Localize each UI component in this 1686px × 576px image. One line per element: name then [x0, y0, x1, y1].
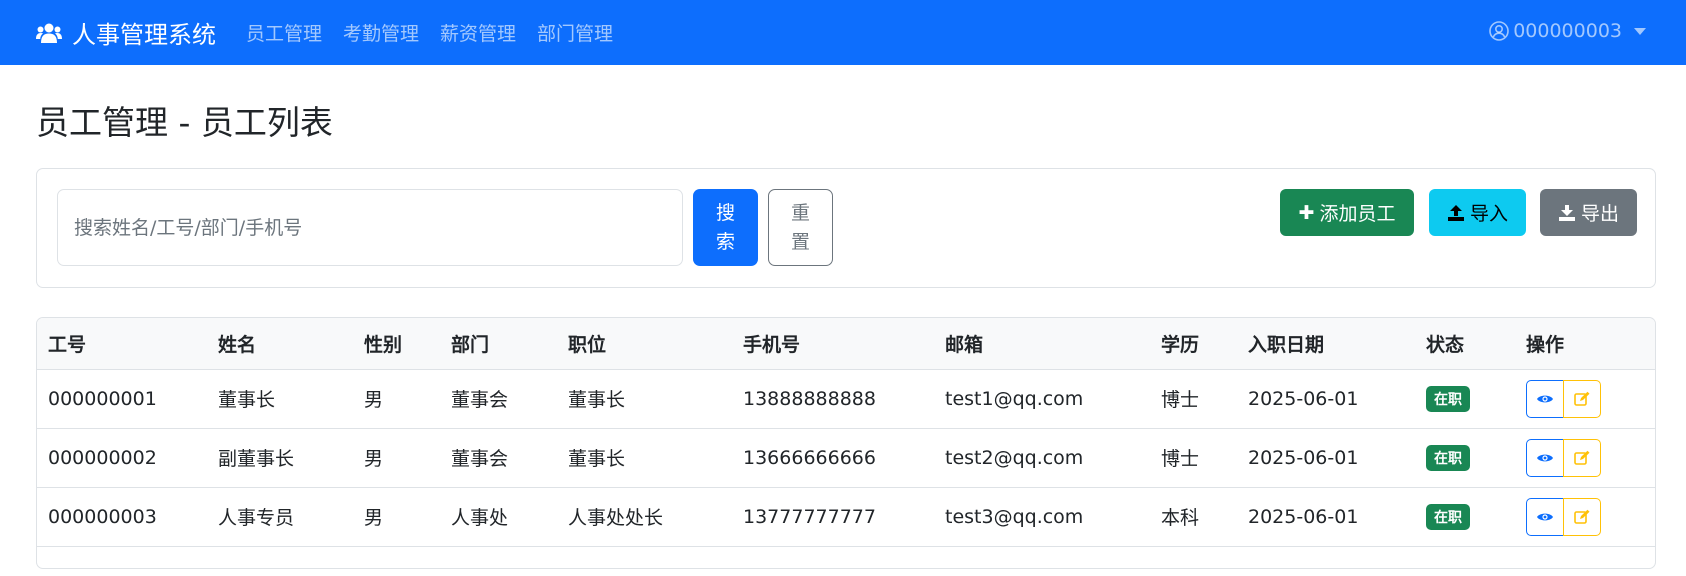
table-row: 000000001 董事长 男 董事会 董事长 13888888888 test…	[37, 369, 1655, 429]
cell-position: 人事处处长	[557, 487, 732, 547]
import-button[interactable]: 导入	[1429, 189, 1526, 236]
col-header-id: 工号	[37, 318, 207, 370]
cell-actions	[1515, 487, 1655, 547]
download-icon	[1558, 204, 1575, 221]
employee-table-card: 工号 姓名 性别 部门 职位 手机号 邮箱 学历 入职日期 状态 操作 0000…	[36, 317, 1656, 569]
cell-hire-date: 2025-06-01	[1237, 428, 1415, 488]
cell-phone: 13666666666	[732, 428, 934, 488]
search-input[interactable]	[57, 189, 683, 266]
table-header-row: 工号 姓名 性别 部门 职位 手机号 邮箱 学历 入职日期 状态 操作	[37, 318, 1655, 370]
col-header-name: 姓名	[207, 318, 353, 370]
cell-phone: 13777777777	[732, 487, 934, 547]
add-employee-label: 添加员工	[1319, 203, 1396, 225]
col-header-phone: 手机号	[732, 318, 934, 370]
cell-status: 在职	[1415, 428, 1515, 488]
cell-name: 副董事长	[207, 428, 353, 488]
nav-employee[interactable]: 员工管理	[246, 19, 322, 46]
cell-status: 在职	[1415, 487, 1515, 547]
edit-icon	[1574, 391, 1590, 406]
top-navbar: 人事管理系统 员工管理 考勤管理 薪资管理 部门管理 000000003	[0, 0, 1686, 65]
col-header-dept: 部门	[440, 318, 557, 370]
cell-gender: 男	[353, 428, 440, 488]
edit-button[interactable]	[1563, 438, 1601, 477]
table-row: 000000003 人事专员 男 人事处 人事处处长 13777777777 t…	[37, 487, 1655, 547]
import-label: 导入	[1469, 203, 1508, 225]
users-icon	[36, 23, 62, 43]
col-header-actions: 操作	[1515, 318, 1655, 370]
page-title: 员工管理 - 员工列表	[36, 103, 333, 142]
col-header-education: 学历	[1150, 318, 1237, 370]
cell-gender: 男	[353, 487, 440, 547]
add-employee-button[interactable]: ✚ 添加员工	[1280, 189, 1414, 236]
edit-icon	[1574, 450, 1590, 465]
edit-button[interactable]	[1563, 497, 1601, 536]
eye-icon	[1537, 395, 1553, 402]
export-label: 导出	[1580, 203, 1619, 225]
cell-gender: 男	[353, 369, 440, 429]
cell-name: 人事专员	[207, 487, 353, 547]
cell-id: 000000001	[37, 369, 207, 429]
cell-position: 董事长	[557, 428, 732, 488]
reset-button[interactable]: 重置	[768, 189, 833, 266]
col-header-position: 职位	[557, 318, 732, 370]
cell-id: 000000002	[37, 428, 207, 488]
eye-icon	[1537, 454, 1553, 461]
brand-title: 人事管理系统	[72, 21, 216, 49]
status-badge: 在职	[1426, 503, 1470, 530]
search-panel: 搜索 重置 ✚ 添加员工 导入 导出	[36, 168, 1656, 288]
status-badge: 在职	[1426, 444, 1470, 471]
employee-table: 工号 姓名 性别 部门 职位 手机号 邮箱 学历 入职日期 状态 操作 0000…	[37, 318, 1655, 547]
search-button[interactable]: 搜索	[693, 189, 758, 266]
cell-hire-date: 2025-06-01	[1237, 369, 1415, 429]
cell-actions	[1515, 369, 1655, 429]
cell-email: test2@qq.com	[934, 428, 1150, 488]
cell-actions	[1515, 428, 1655, 488]
nav-attendance[interactable]: 考勤管理	[343, 19, 419, 46]
chevron-down-icon	[1634, 27, 1646, 35]
cell-id: 000000003	[37, 487, 207, 547]
user-menu[interactable]: 000000003	[1489, 20, 1646, 42]
table-row: 000000002 副董事长 男 董事会 董事长 13666666666 tes…	[37, 428, 1655, 488]
view-button[interactable]	[1526, 497, 1564, 536]
cell-email: test1@qq.com	[934, 369, 1150, 429]
row-actions	[1526, 497, 1601, 536]
nav-links: 员工管理 考勤管理 薪资管理 部门管理	[246, 19, 634, 46]
cell-dept: 董事会	[440, 428, 557, 488]
edit-button[interactable]	[1563, 379, 1601, 418]
user-circle-icon	[1489, 21, 1510, 41]
nav-department[interactable]: 部门管理	[537, 19, 613, 46]
upload-icon	[1447, 204, 1464, 221]
cell-dept: 董事会	[440, 369, 557, 429]
cell-education: 博士	[1150, 428, 1237, 488]
cell-email: test3@qq.com	[934, 487, 1150, 547]
nav-salary[interactable]: 薪资管理	[440, 19, 516, 46]
cell-hire-date: 2025-06-01	[1237, 487, 1415, 547]
eye-icon	[1537, 513, 1553, 520]
cell-dept: 人事处	[440, 487, 557, 547]
cell-status: 在职	[1415, 369, 1515, 429]
plus-icon: ✚	[1298, 201, 1315, 224]
view-button[interactable]	[1526, 379, 1564, 418]
cell-phone: 13888888888	[732, 369, 934, 429]
col-header-email: 邮箱	[934, 318, 1150, 370]
row-actions	[1526, 379, 1601, 418]
cell-education: 博士	[1150, 369, 1237, 429]
user-name: 000000003	[1513, 20, 1622, 42]
col-header-hire-date: 入职日期	[1237, 318, 1415, 370]
status-badge: 在职	[1426, 385, 1470, 412]
cell-education: 本科	[1150, 487, 1237, 547]
row-actions	[1526, 438, 1601, 477]
brand[interactable]: 人事管理系统	[36, 15, 216, 50]
edit-icon	[1574, 509, 1590, 524]
col-header-status: 状态	[1415, 318, 1515, 370]
cell-position: 董事长	[557, 369, 732, 429]
cell-name: 董事长	[207, 369, 353, 429]
export-button[interactable]: 导出	[1540, 189, 1637, 236]
col-header-gender: 性别	[353, 318, 440, 370]
view-button[interactable]	[1526, 438, 1564, 477]
